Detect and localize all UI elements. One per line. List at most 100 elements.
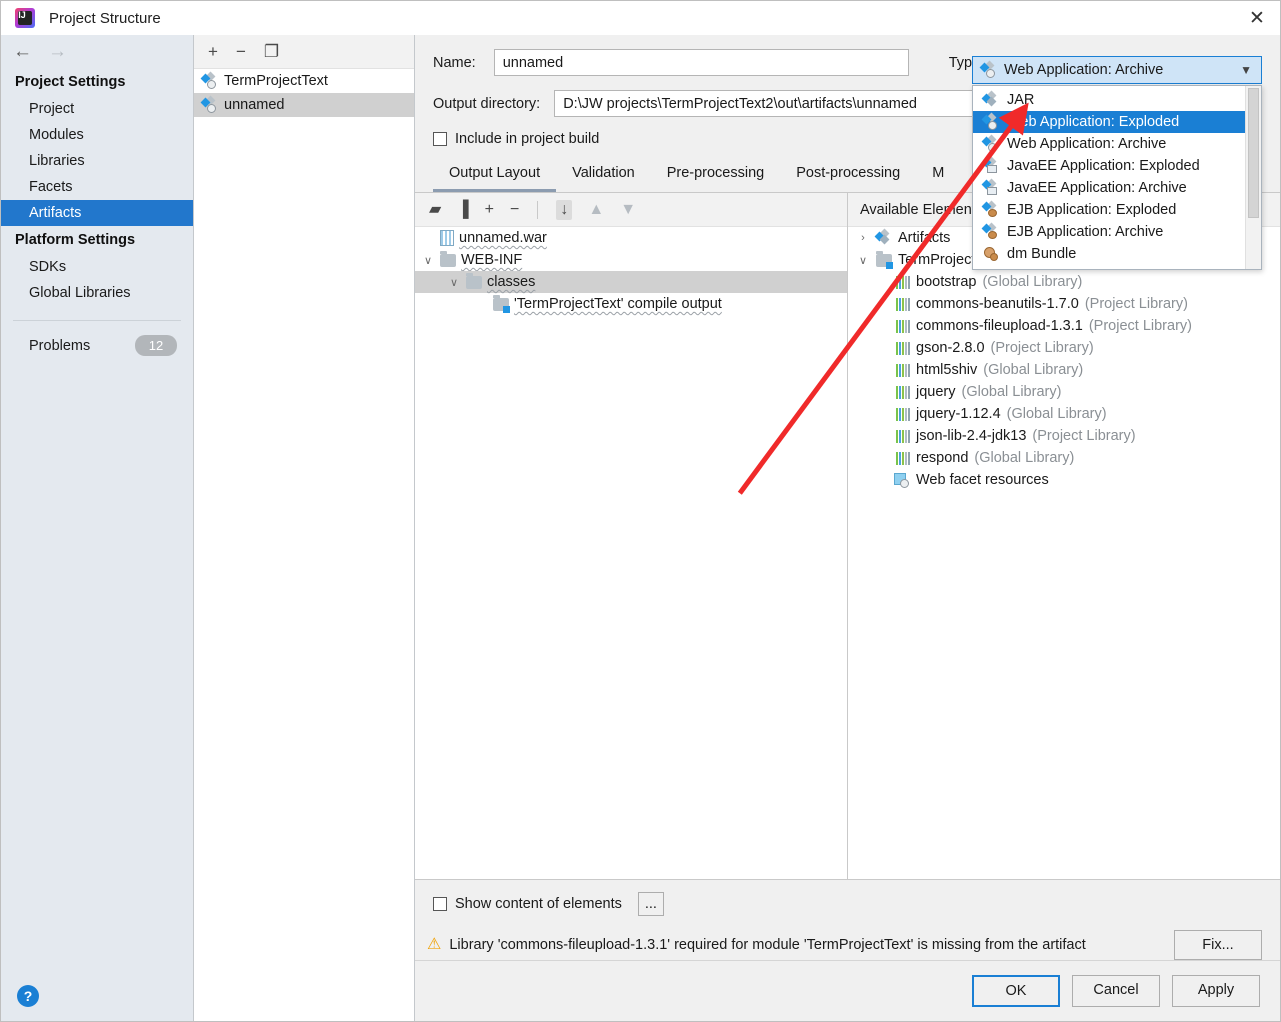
tree-caret[interactable]: ∨	[856, 254, 870, 267]
dropdown-option-web-application-archive[interactable]: Web Application: Archive	[973, 133, 1245, 155]
folder-icon	[466, 272, 482, 289]
remove-element-button[interactable]: −	[510, 201, 519, 218]
help-button-wrap: ?	[1, 985, 193, 1021]
move-up-button[interactable]: ▲	[588, 201, 604, 218]
tree-caret[interactable]: ›	[856, 232, 870, 244]
tab-manifest[interactable]: M	[916, 159, 960, 192]
cancel-button[interactable]: Cancel	[1072, 975, 1160, 1007]
artifact-list-item-termprojecttext[interactable]: TermProjectText	[194, 69, 414, 93]
sidebar-item-modules[interactable]: Modules	[1, 122, 193, 148]
add-element-button[interactable]: +	[485, 201, 494, 218]
copy-artifact-button[interactable]: ❐	[264, 43, 279, 60]
output-layout-split: ▰ ▐ + − ↓ ▲ ▼ unnamed.war ∨ WEB-INF ∨ cl…	[415, 193, 1280, 879]
sidebar-group-platform-settings: Platform Settings	[15, 232, 136, 248]
include-in-build-checkbox[interactable]	[433, 132, 447, 146]
forward-arrow-icon[interactable]: →	[48, 42, 67, 61]
tab-output-layout[interactable]: Output Layout	[433, 159, 557, 192]
sidebar-item-problems[interactable]: Problems 12	[1, 321, 193, 356]
available-row[interactable]: bootstrap (Global Library)	[848, 271, 1280, 293]
artifact-item-label: TermProjectText	[224, 73, 328, 89]
available-row-label: commons-beanutils-1.7.0	[916, 296, 1079, 312]
dropdown-option-javaee-application-exploded[interactable]: JavaEE Application: Exploded	[973, 155, 1245, 177]
output-directory-label: Output directory:	[433, 95, 541, 112]
web-resources-icon	[894, 472, 910, 488]
fix-button[interactable]: Fix...	[1174, 930, 1262, 960]
sidebar-item-sdks[interactable]: SDKs	[1, 254, 193, 280]
dropdown-option-javaee-application-archive[interactable]: JavaEE Application: Archive	[973, 177, 1245, 199]
artifact-type-combobox[interactable]: Web Application: Archive ▼	[972, 56, 1262, 84]
artifact-list-item-unnamed[interactable]: unnamed	[194, 93, 414, 117]
available-row[interactable]: respond (Global Library)	[848, 447, 1280, 469]
sidebar-item-project[interactable]: Project	[1, 96, 193, 122]
remove-artifact-button[interactable]: −	[236, 43, 246, 60]
available-row[interactable]: Web facet resources	[848, 469, 1280, 491]
tab-validation[interactable]: Validation	[556, 159, 651, 192]
apply-button[interactable]: Apply	[1172, 975, 1260, 1007]
tree-row-label: WEB-INF	[461, 252, 523, 268]
show-content-options-button[interactable]: ...	[637, 892, 664, 916]
library-icon	[896, 407, 910, 421]
jar-icon	[874, 228, 892, 246]
sidebar-item-artifacts[interactable]: Artifacts	[1, 200, 193, 226]
available-row[interactable]: jquery (Global Library)	[848, 381, 1280, 403]
available-row-kind: (Global Library)	[974, 450, 1075, 466]
ejb-application-icon	[981, 200, 999, 218]
back-arrow-icon[interactable]: ←	[13, 42, 32, 61]
problems-count-badge: 12	[135, 335, 177, 356]
output-tree-panel: ▰ ▐ + − ↓ ▲ ▼ unnamed.war ∨ WEB-INF ∨ cl…	[415, 193, 848, 879]
sidebar-item-facets[interactable]: Facets	[1, 174, 193, 200]
tree-row-label: unnamed.war	[459, 230, 547, 246]
available-row-label: gson-2.8.0	[916, 340, 985, 356]
project-structure-dialog: IJ Project Structure ✕ ← → Project Setti…	[0, 0, 1281, 1022]
available-row[interactable]: commons-fileupload-1.3.1 (Project Librar…	[848, 315, 1280, 337]
available-row[interactable]: html5shiv (Global Library)	[848, 359, 1280, 381]
dropdown-scrollbar-thumb[interactable]	[1248, 88, 1259, 218]
close-icon[interactable]: ✕	[1234, 1, 1280, 35]
name-input[interactable]: unnamed	[493, 49, 909, 76]
tree-row[interactable]: unnamed.war	[415, 227, 847, 249]
dropdown-scrollbar[interactable]	[1245, 86, 1261, 269]
sort-alphabetically-button[interactable]: ↓	[556, 199, 573, 220]
dropdown-option-ejb-application-archive[interactable]: EJB Application: Archive	[973, 221, 1245, 243]
add-artifact-button[interactable]: +	[208, 43, 218, 60]
tree-row[interactable]: ∨ WEB-INF	[415, 249, 847, 271]
dropdown-option-jar[interactable]: JAR	[973, 89, 1245, 111]
add-directory-button[interactable]: ▰	[429, 201, 441, 218]
tree-row-label: 'TermProjectText' compile output	[514, 296, 722, 312]
sidebar-item-libraries[interactable]: Libraries	[1, 148, 193, 174]
dropdown-option-ejb-application-exploded[interactable]: EJB Application: Exploded	[973, 199, 1245, 221]
available-row[interactable]: jquery-1.12.4 (Global Library)	[848, 403, 1280, 425]
problems-label: Problems	[29, 337, 91, 354]
show-content-label: Show content of elements	[455, 896, 622, 912]
library-icon	[896, 319, 910, 333]
tab-pre-processing[interactable]: Pre-processing	[651, 159, 781, 192]
help-icon[interactable]: ?	[17, 985, 39, 1007]
tree-row[interactable]: 'TermProjectText' compile output	[415, 293, 847, 315]
name-label: Name:	[433, 54, 476, 71]
intellij-idea-icon: IJ	[15, 8, 35, 28]
library-icon	[896, 385, 910, 399]
tree-row[interactable]: ∨ classes	[415, 271, 847, 293]
available-row-kind: (Global Library)	[1006, 406, 1107, 422]
sidebar-item-global-libraries[interactable]: Global Libraries	[1, 280, 193, 306]
include-in-build-label: Include in project build	[455, 131, 600, 147]
artifact-type-dropdown[interactable]: JAR Web Application: Exploded Web Applic…	[972, 85, 1262, 270]
dropdown-option-web-application-exploded[interactable]: Web Application: Exploded	[973, 111, 1245, 133]
show-content-row[interactable]: Show content of elements ...	[427, 892, 1262, 916]
tree-caret[interactable]: ∨	[447, 276, 461, 289]
ok-button[interactable]: OK	[972, 975, 1060, 1007]
chevron-down-icon[interactable]: ▼	[1240, 63, 1252, 77]
move-down-button[interactable]: ▼	[620, 201, 636, 218]
available-row[interactable]: json-lib-2.4-jdk13 (Project Library)	[848, 425, 1280, 447]
add-archive-button[interactable]: ▐	[457, 201, 468, 218]
toolbar-divider	[537, 200, 539, 219]
dropdown-option-dm-bundle[interactable]: dm Bundle	[973, 243, 1245, 265]
available-row-label: Web facet resources	[916, 472, 1049, 488]
show-content-checkbox[interactable]	[433, 897, 447, 911]
tab-post-processing[interactable]: Post-processing	[780, 159, 916, 192]
tree-caret[interactable]: ∨	[421, 254, 435, 267]
available-row[interactable]: gson-2.8.0 (Project Library)	[848, 337, 1280, 359]
available-row-kind: (Project Library)	[1088, 318, 1192, 334]
available-row-label: respond	[916, 450, 969, 466]
available-row[interactable]: commons-beanutils-1.7.0 (Project Library…	[848, 293, 1280, 315]
